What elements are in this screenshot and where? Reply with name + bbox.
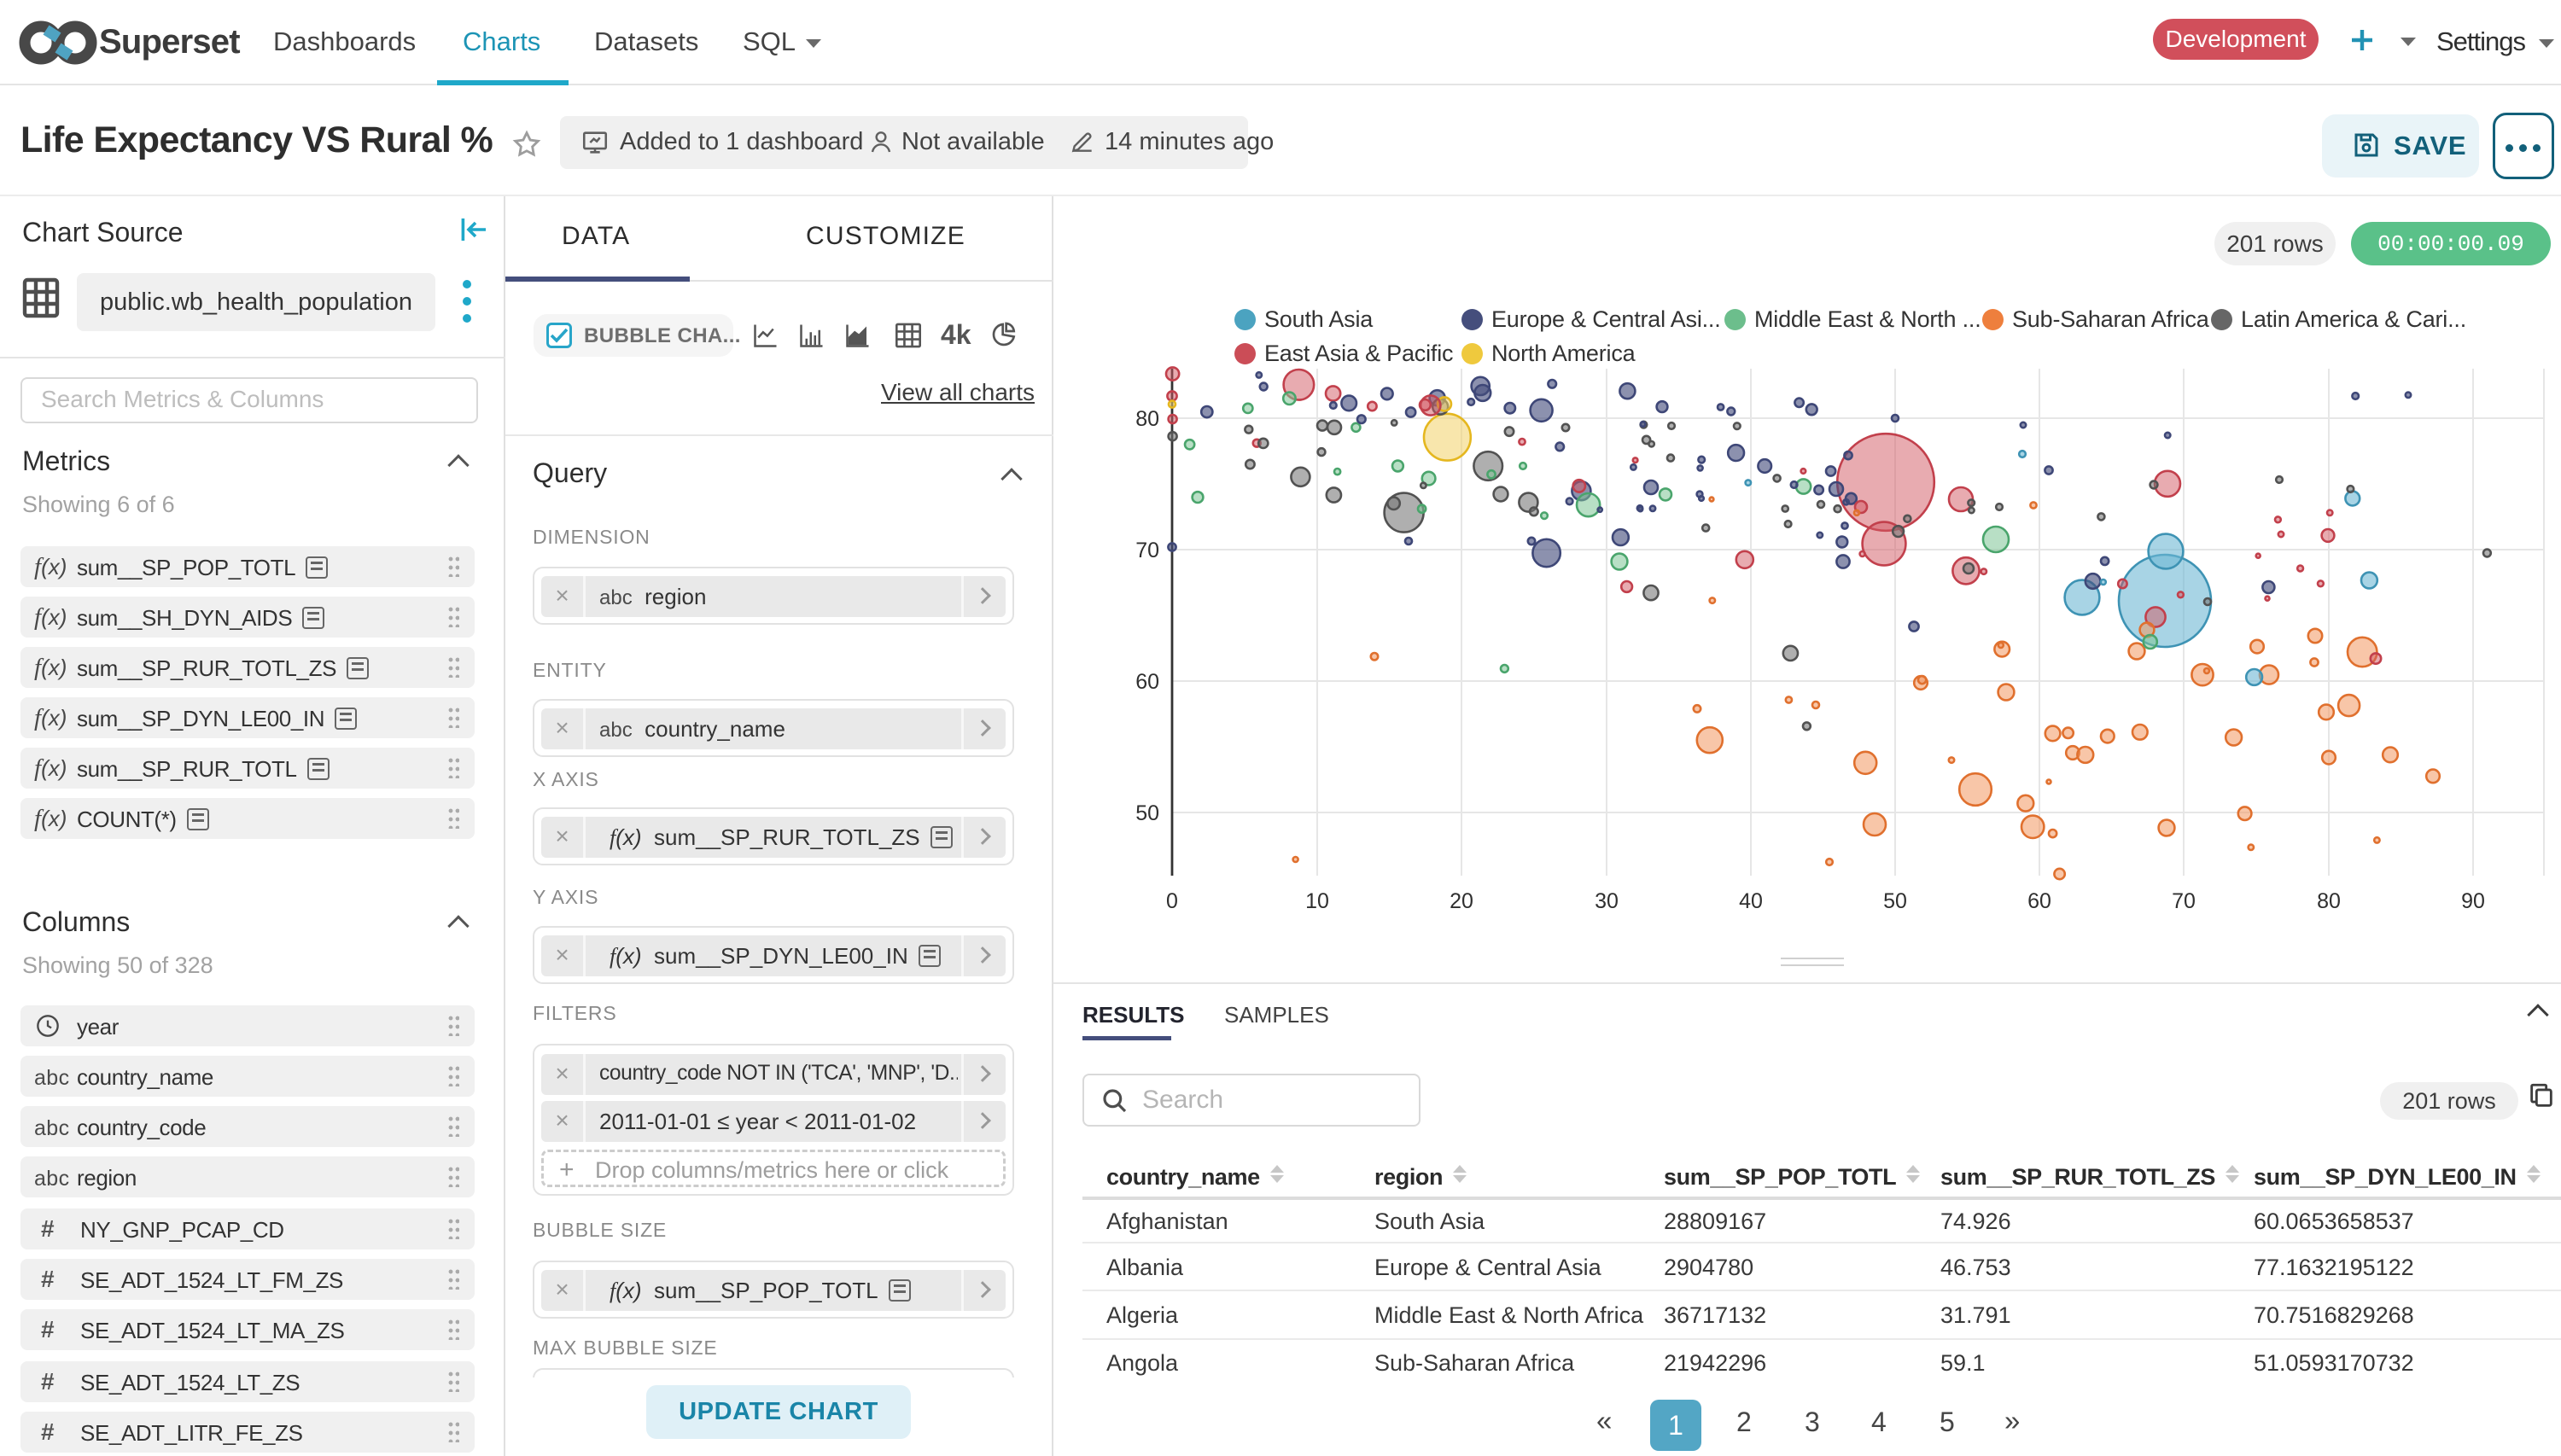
svg-text:60: 60 [2027,889,2051,913]
svg-text:0: 0 [1166,889,1178,913]
svg-text:70: 70 [2172,889,2196,913]
svg-text:80: 80 [1135,407,1159,431]
svg-text:10: 10 [1305,889,1329,913]
svg-text:50: 50 [1883,889,1907,913]
svg-text:60: 60 [1135,670,1159,694]
svg-text:80: 80 [2317,889,2341,913]
svg-text:50: 50 [1135,801,1159,825]
svg-text:20: 20 [1450,889,1473,913]
svg-text:90: 90 [2461,889,2485,913]
svg-text:30: 30 [1595,889,1619,913]
svg-text:70: 70 [1135,539,1159,562]
svg-text:40: 40 [1739,889,1763,913]
